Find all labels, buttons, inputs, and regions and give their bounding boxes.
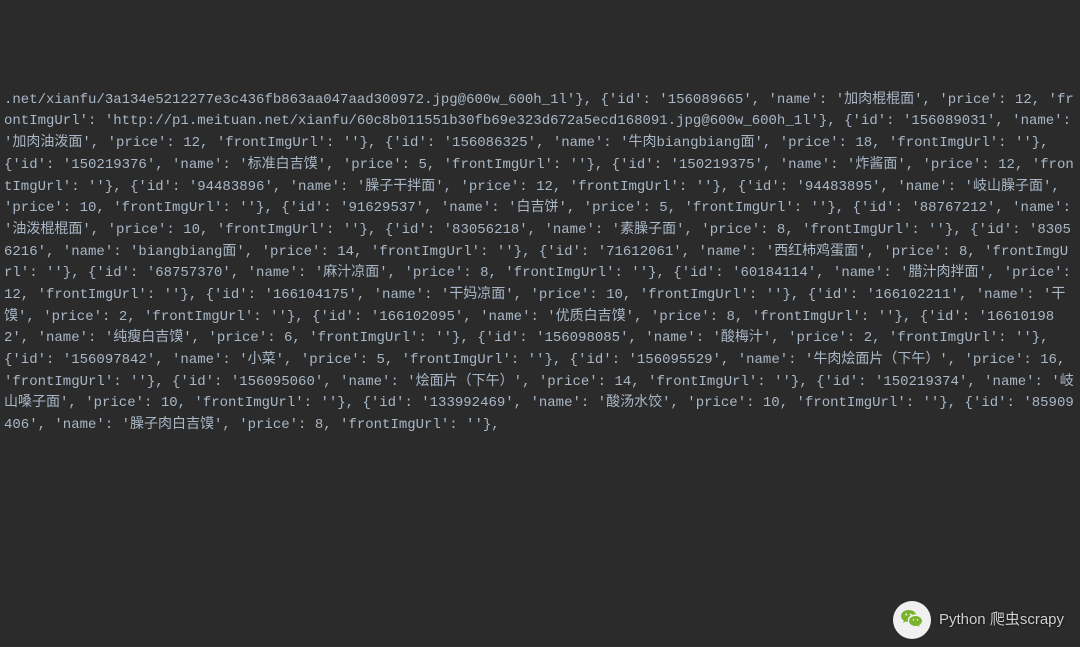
watermark-text: Python 爬虫scrapy xyxy=(939,608,1064,631)
wechat-icon xyxy=(893,601,931,639)
console-output: .net/xianfu/3a134e5212277e3c436fb863aa04… xyxy=(4,90,1076,437)
watermark: Python 爬虫scrapy xyxy=(893,601,1064,639)
